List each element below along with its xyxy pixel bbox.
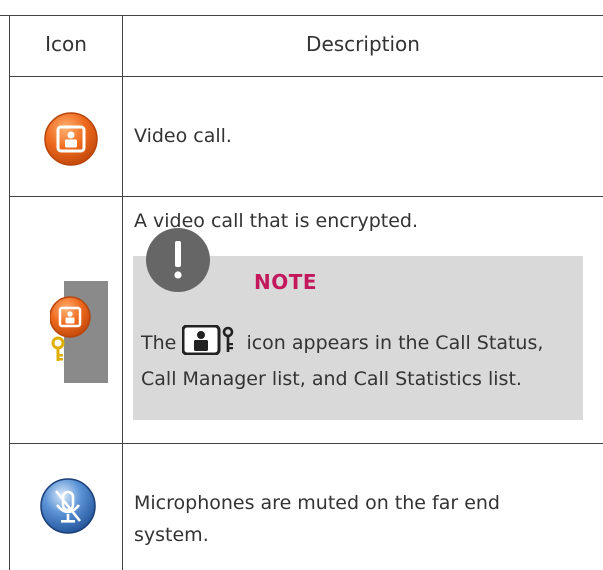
note-text-line1: The icon appears in the Call Status, bbox=[141, 324, 544, 359]
row-video-call-description: Video call. bbox=[134, 125, 232, 147]
encrypted-video-call-icon bbox=[49, 281, 108, 383]
header-description-column: Description bbox=[306, 32, 420, 56]
row-mic-muted-description-line2: system. bbox=[134, 524, 209, 546]
note-text-after: icon appears in the Call Status, bbox=[246, 332, 544, 354]
table-row2-divider bbox=[9, 443, 603, 444]
note-title: NOTE bbox=[254, 270, 318, 294]
note-text-line2: Call Manager list, and Call Statistics l… bbox=[141, 368, 522, 390]
header-icon-column: Icon bbox=[45, 32, 87, 56]
note-exclamation-icon bbox=[146, 228, 210, 292]
table-top-border bbox=[0, 15, 603, 16]
microphone-muted-icon bbox=[39, 477, 97, 535]
video-call-icon bbox=[43, 111, 99, 167]
encrypted-call-inline-icon bbox=[181, 324, 240, 356]
table-left-border bbox=[9, 15, 10, 570]
row-mic-muted-description-line1: Microphones are muted on the far end bbox=[134, 492, 500, 514]
note-text-before: The bbox=[141, 332, 177, 354]
table-column-divider bbox=[122, 15, 123, 570]
table-header-divider bbox=[9, 76, 603, 77]
table-row1-divider bbox=[9, 196, 603, 197]
